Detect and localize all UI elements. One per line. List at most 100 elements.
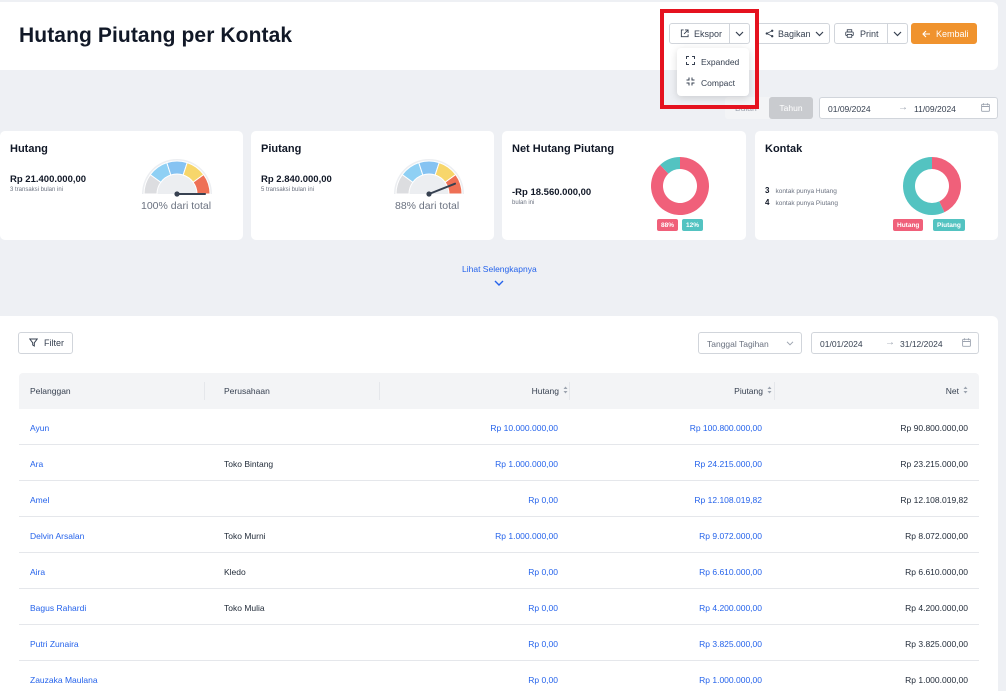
column-divider: [774, 382, 775, 400]
sort-icon[interactable]: [963, 386, 968, 396]
highlight-box: [660, 9, 759, 109]
arrow-right-icon: →: [885, 337, 895, 348]
cell-hutang[interactable]: Rp 10.000.000,00: [490, 423, 558, 433]
cell-piutang[interactable]: Rp 12.108.019,82: [694, 495, 762, 505]
date-type-value: Tanggal Tagihan: [707, 339, 769, 349]
cell-pelanggan[interactable]: Amel: [30, 495, 49, 505]
lihat-selengkapnya-link[interactable]: Lihat Selengkapnya: [462, 264, 537, 274]
sort-icon[interactable]: [767, 386, 772, 396]
arrow-right-icon: →: [898, 102, 908, 113]
cell-piutang[interactable]: Rp 3.825.000,00: [699, 639, 762, 649]
kontak-card: Kontak 3 kontak punya Hutang 4 kontak puny…: [755, 131, 998, 240]
net-badge-a: 88%: [657, 219, 679, 231]
hutang-sub: 3 transaksi bulan ini: [10, 187, 64, 193]
calendar-icon: [962, 338, 971, 349]
cell-net: Rp 1.000.000,00: [905, 675, 968, 685]
filter-label: Filter: [44, 338, 64, 348]
cell-pelanggan[interactable]: Aira: [30, 567, 45, 577]
print-label: Print: [860, 28, 879, 39]
cell-hutang[interactable]: Rp 0,00: [528, 603, 558, 613]
filter-button[interactable]: Filter: [18, 332, 73, 354]
net-card: Net Hutang Piutang -Rp 18.560.000,00 bul…: [502, 131, 746, 240]
cell-pelanggan[interactable]: Ara: [30, 459, 43, 469]
cell-piutang[interactable]: Rp 4.200.000,00: [699, 603, 762, 613]
chevron-down-icon[interactable]: [494, 278, 504, 288]
cell-pelanggan[interactable]: Delvin Arsalan: [30, 531, 84, 541]
kontak-card-title: Kontak: [765, 143, 803, 155]
kembali-label: Kembali: [936, 28, 969, 39]
column-divider: [379, 382, 380, 400]
col-hutang[interactable]: Hutang: [532, 386, 568, 396]
date-type-select[interactable]: Tanggal Tagihan: [698, 332, 802, 354]
col-piutang-label: Piutang: [734, 386, 763, 396]
period-tahun-option[interactable]: Tahun: [769, 97, 813, 119]
table-row: Amel Rp 0,00 Rp 12.108.019,82 Rp 12.108.…: [19, 481, 979, 517]
piutang-card: Piutang Rp 2.840.000,00 5 transaksi bula…: [251, 131, 494, 240]
cell-hutang[interactable]: Rp 0,00: [528, 495, 558, 505]
print-button[interactable]: Print: [834, 23, 888, 44]
cell-perusahaan: Kledo: [224, 567, 246, 577]
kontak-donut: [903, 157, 961, 215]
cell-hutang[interactable]: Rp 1.000.000,00: [495, 459, 558, 469]
cell-hutang[interactable]: Rp 0,00: [528, 567, 558, 577]
cell-pelanggan[interactable]: Zauzaka Maulana: [30, 675, 98, 685]
table-date-range[interactable]: 01/01/2024 → 31/12/2024: [811, 332, 979, 354]
kontak-hutang-count: 3: [765, 186, 770, 195]
cell-piutang[interactable]: Rp 6.610.000,00: [699, 567, 762, 577]
piutang-gauge-label: 88% dari total: [395, 200, 460, 212]
table-header: Pelanggan Perusahaan Hutang Piutang Net: [19, 373, 979, 409]
hutang-gauge-label: 100% dari total: [141, 200, 212, 212]
print-dropdown-toggle[interactable]: [887, 23, 908, 44]
piutang-card-title: Piutang: [261, 143, 302, 155]
cell-perusahaan: Toko Murni: [224, 531, 266, 541]
range-end: 11/09/2024: [914, 104, 956, 114]
table-row: Ara Toko Bintang Rp 1.000.000,00 Rp 24.2…: [19, 445, 979, 481]
table-row: Zauzaka Maulana Rp 0,00 Rp 1.000.000,00 …: [19, 661, 979, 691]
chevron-down-icon: [815, 31, 824, 37]
col-pelanggan[interactable]: Pelanggan: [30, 386, 71, 396]
bagikan-button[interactable]: Bagikan: [756, 23, 830, 44]
hutang-gauge: [142, 159, 212, 197]
gauge-hub: [426, 191, 432, 197]
cell-piutang[interactable]: Rp 24.215.000,00: [694, 459, 762, 469]
cell-pelanggan[interactable]: Bagus Rahardi: [30, 603, 86, 613]
cell-piutang[interactable]: Rp 100.800.000,00: [690, 423, 762, 433]
cell-pelanggan[interactable]: Putri Zunaira: [30, 639, 79, 649]
cell-net: Rp 3.825.000,00: [905, 639, 968, 649]
page-title: Hutang Piutang per Kontak: [19, 24, 293, 47]
col-perusahaan[interactable]: Perusahaan: [224, 386, 270, 396]
filter-icon: [28, 338, 39, 349]
table-row: Aira Kledo Rp 0,00 Rp 6.610.000,00 Rp 6.…: [19, 553, 979, 589]
net-donut: [651, 157, 709, 215]
kontak-badge-a: Hutang: [893, 219, 924, 231]
cell-net: Rp 8.072.000,00: [905, 531, 968, 541]
kembali-button[interactable]: Kembali: [911, 23, 977, 44]
hutang-card-title: Hutang: [10, 143, 48, 155]
cell-net: Rp 23.215.000,00: [900, 459, 968, 469]
cell-hutang[interactable]: Rp 0,00: [528, 639, 558, 649]
cell-net: Rp 90.800.000,00: [900, 423, 968, 433]
cell-perusahaan: Toko Bintang: [224, 459, 274, 469]
cell-net: Rp 4.200.000,00: [905, 603, 968, 613]
col-piutang[interactable]: Piutang: [734, 386, 772, 396]
cell-hutang[interactable]: Rp 1.000.000,00: [495, 531, 558, 541]
piutang-gauge: [394, 159, 464, 197]
cell-piutang[interactable]: Rp 9.072.000,00: [699, 531, 762, 541]
cell-hutang[interactable]: Rp 0,00: [528, 675, 558, 685]
printer-icon: [845, 29, 854, 38]
cell-pelanggan[interactable]: Ayun: [30, 423, 49, 433]
sort-icon[interactable]: [563, 386, 568, 396]
range-end: 31/12/2024: [900, 339, 943, 349]
col-net-label: Net: [945, 386, 959, 396]
net-card-title: Net Hutang Piutang: [512, 143, 615, 155]
gauge-hub: [174, 191, 180, 197]
piutang-sub: 5 transaksi bulan ini: [261, 187, 315, 193]
summary-date-range[interactable]: 01/09/2024 → 11/09/2024: [819, 97, 998, 119]
hutang-card: Hutang Rp 21.400.000,00 3 transaksi bula…: [0, 131, 243, 240]
kontak-piutang-line: 4 kontak punya Piutang: [765, 198, 838, 207]
kontak-hutang-text: kontak punya Hutang: [775, 188, 837, 195]
table-row: Bagus Rahardi Toko Mulia Rp 0,00 Rp 4.20…: [19, 589, 979, 625]
hutang-amount: Rp 21.400.000,00: [10, 174, 87, 185]
cell-piutang[interactable]: Rp 1.000.000,00: [699, 675, 762, 685]
col-net[interactable]: Net: [946, 386, 968, 396]
